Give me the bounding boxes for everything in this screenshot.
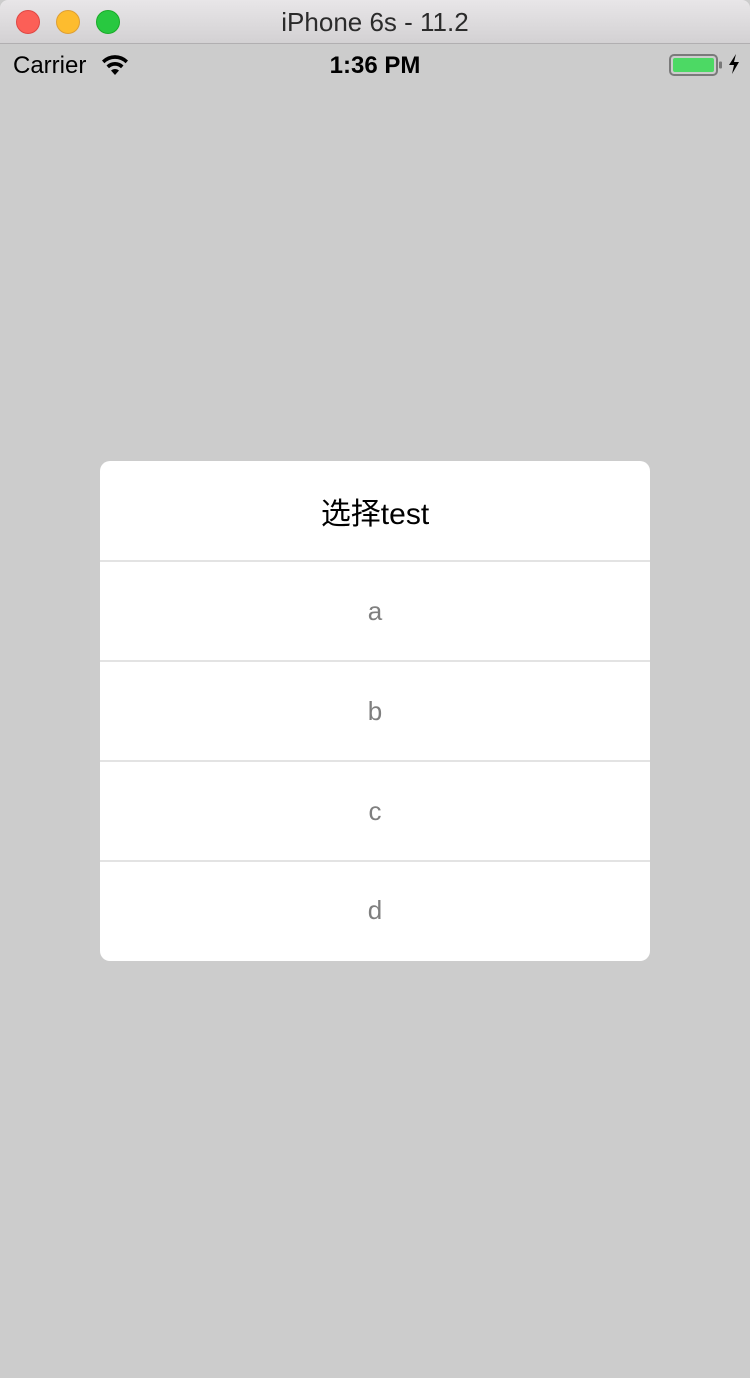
option-b[interactable]: b [100, 662, 650, 762]
battery-icon [669, 54, 722, 76]
status-bar: Carrier 1:36 PM [0, 44, 750, 86]
dialog-title: 选择test [100, 461, 650, 562]
charging-bolt-icon [729, 54, 739, 74]
option-a[interactable]: a [100, 562, 650, 662]
window-title: iPhone 6s - 11.2 [281, 7, 469, 37]
simulator-titlebar: iPhone 6s - 11.2 [0, 0, 750, 44]
option-d[interactable]: d [100, 862, 650, 959]
selection-dialog: 选择test a b c d [100, 461, 650, 961]
status-time: 1:36 PM [329, 52, 421, 79]
option-c[interactable]: c [100, 762, 650, 862]
